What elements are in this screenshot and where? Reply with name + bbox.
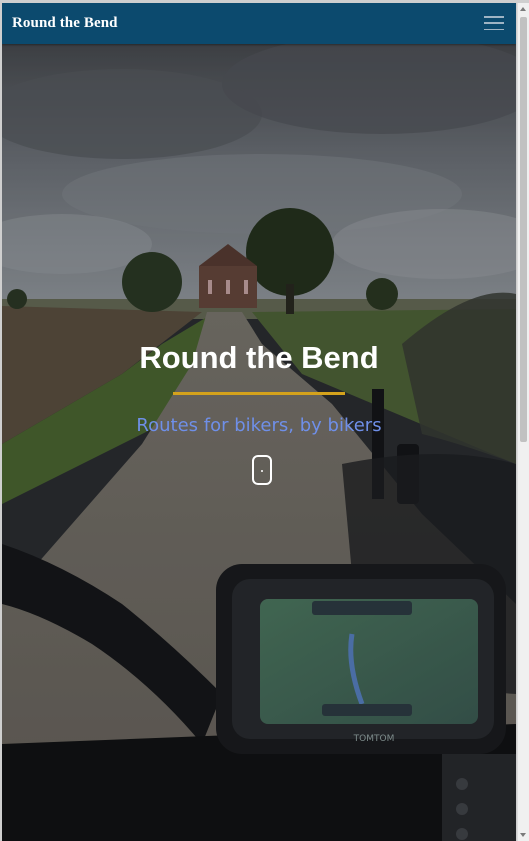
hero-overlay xyxy=(2,44,516,841)
scroll-down-arrow-icon[interactable] xyxy=(520,833,526,837)
scrollbar-thumb[interactable] xyxy=(520,17,527,442)
menu-bar-line xyxy=(484,22,504,24)
hero-subtitle: Routes for bikers, by bikers xyxy=(136,415,382,436)
scroll-wheel-dot xyxy=(261,470,263,472)
scroll-up-arrow-icon[interactable] xyxy=(520,7,526,11)
hero-section: TOMTOM Round the Bend Routes for bikers,… xyxy=(2,44,516,841)
hero-title: Round the Bend xyxy=(139,340,379,375)
menu-bar-line xyxy=(484,16,504,18)
navbar-brand[interactable]: Round the Bend xyxy=(12,15,118,32)
hamburger-menu-icon[interactable] xyxy=(484,14,504,32)
navbar: Round the Bend xyxy=(2,3,516,44)
scroll-down-mouse-icon[interactable] xyxy=(252,455,272,485)
browser-viewport: Round the Bend TOMTOM Round the Bend Rou… xyxy=(2,3,516,841)
page-scrollbar[interactable] xyxy=(517,3,529,841)
title-divider xyxy=(173,392,345,395)
menu-bar-line xyxy=(484,28,504,30)
